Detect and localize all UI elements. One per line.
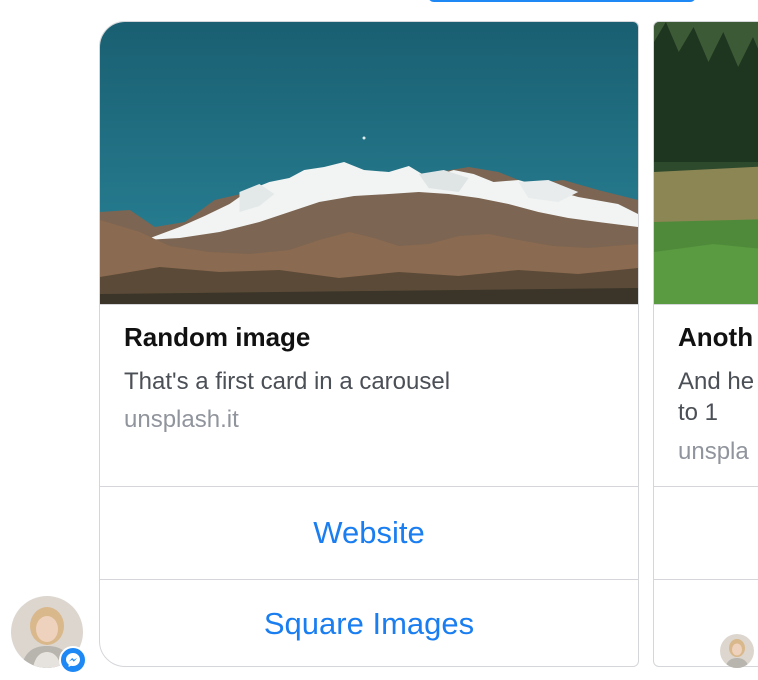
messenger-badge [59,646,87,674]
card-subtitle: And he up to 1 [678,368,758,426]
messenger-carousel-view: Random image That's a first card in a ca… [0,0,758,680]
card-subtitle: That's a first card in a carousel [124,368,451,395]
sender-avatar-small[interactable] [720,634,754,668]
user-avatar-icon [720,634,754,668]
website-button[interactable]: Website [100,486,638,578]
square-images-button[interactable]: Square Images [100,579,638,666]
forest-meadow-image[interactable] [654,22,758,305]
carousel-card-1[interactable]: Random image That's a first card in a ca… [99,21,639,667]
messenger-icon [66,653,80,667]
card-title: Random image [124,322,311,352]
card-title: Anoth [678,322,754,352]
mountain-landscape-image[interactable] [100,22,638,305]
card-source-domain: unspla [678,438,749,465]
card-2-button-1[interactable] [654,486,758,578]
carousel-card-2[interactable]: Anoth And he up to 1 unspla [653,21,758,667]
mountain-landscape-icon [100,22,638,304]
card-source-domain: unsplash.it [124,406,239,433]
previous-message-bubble[interactable] [428,0,696,2]
forest-meadow-icon [654,22,758,304]
